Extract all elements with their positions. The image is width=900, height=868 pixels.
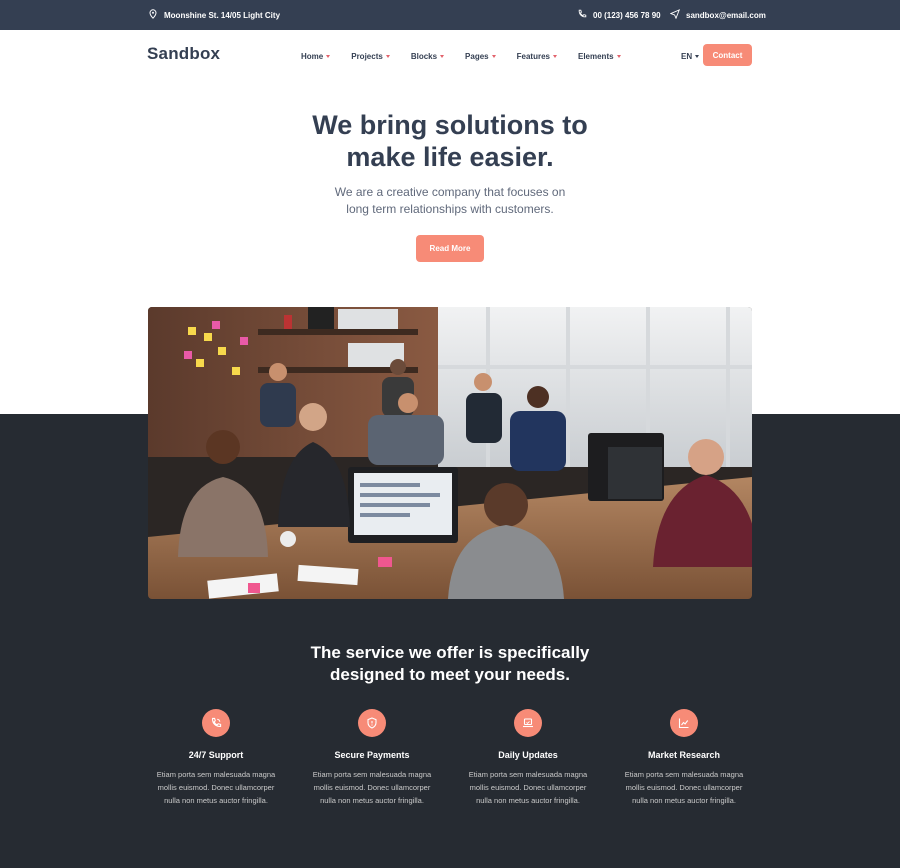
shield-icon <box>358 709 386 737</box>
hero-title-line: make life easier. <box>346 142 554 172</box>
service-description-line: Etiam porta sem malesuada magna <box>156 770 276 779</box>
service-description: Etiam porta sem malesuada magna mollis e… <box>458 768 598 807</box>
caret-down-icon <box>491 55 496 58</box>
service-description-line: mollis euismod. Donec ullamcorper <box>469 783 587 792</box>
chart-line-icon <box>670 709 698 737</box>
map-pin-icon <box>148 9 158 21</box>
service-card-support: 24/7 Support Etiam porta sem malesuada m… <box>146 709 286 807</box>
service-name: Market Research <box>647 750 721 760</box>
nav-label: Blocks <box>410 51 438 61</box>
service-card-research: Market Research Etiam porta sem malesuad… <box>614 709 754 807</box>
caret-down-icon <box>552 55 557 58</box>
service-description-line: Etiam porta sem malesuada magna <box>468 770 588 779</box>
service-description-line: nulla non metus auctor fringilla. <box>476 796 580 805</box>
nav-item-projects[interactable]: Projects <box>351 52 390 61</box>
service-name: 24/7 Support <box>188 750 244 760</box>
phone-icon <box>577 9 587 21</box>
caret-down-icon <box>385 55 390 58</box>
service-description-line: nulla non metus auctor fringilla. <box>320 796 424 805</box>
service-description-line: nulla non metus auctor fringilla. <box>632 796 736 805</box>
hero-title-line: We bring solutions to <box>312 110 588 140</box>
service-name: Secure Payments <box>334 750 410 760</box>
nav-item-blocks[interactable]: Blocks <box>410 51 445 61</box>
caret-down-icon <box>326 55 331 58</box>
hero-title: We bring solutions to make life easier. <box>250 109 650 173</box>
nav-item-home[interactable]: Home <box>301 51 331 61</box>
nav-label: Elements <box>577 51 614 61</box>
service-name: Daily Updates <box>498 750 558 760</box>
nav-label: Home <box>301 51 324 61</box>
email-text: sandbox@email.com <box>686 10 766 20</box>
service-description: Etiam porta sem malesuada magna mollis e… <box>302 768 442 807</box>
nav-item-pages[interactable]: Pages <box>465 52 496 61</box>
nav-label: Pages <box>465 51 489 61</box>
phone-icon <box>202 709 230 737</box>
service-card-payments: Secure Payments Etiam porta sem malesuad… <box>302 709 442 807</box>
services-title: The service we offer is specifically des… <box>280 642 620 686</box>
caret-down-icon <box>695 54 700 58</box>
service-description: Etiam porta sem malesuada magna mollis e… <box>146 768 286 807</box>
service-card-updates: Daily Updates Etiam porta sem malesuada … <box>458 709 598 807</box>
laptop-icon <box>514 709 542 737</box>
language-selector[interactable]: EN <box>681 30 700 82</box>
phone-item[interactable]: 00 (123) 456 78 90 <box>577 0 661 30</box>
caret-down-icon <box>616 55 621 58</box>
contact-button[interactable]: Contact <box>703 44 752 66</box>
hero-subtitle-line: long term relationships with customers. <box>346 202 554 216</box>
address-item: Moonshine St. 14/05 Light City <box>148 0 280 30</box>
main-menu: Home Projects Blocks Pages Features Elem… <box>301 30 642 82</box>
read-more-button[interactable]: Read More <box>416 235 484 262</box>
language-label: EN <box>681 51 693 61</box>
service-description-line: Etiam porta sem malesuada magna <box>624 770 744 779</box>
nav-label: Features <box>516 51 550 61</box>
navbar: Sandbox Home Projects Blocks Pages Featu… <box>0 30 900 82</box>
logo[interactable]: Sandbox <box>147 44 220 64</box>
nav-label: Projects <box>351 51 383 61</box>
hero-subtitle: We are a creative company that focuses o… <box>300 184 600 218</box>
phone-text: 00 (123) 456 78 90 <box>593 10 661 20</box>
hero-subtitle-line: We are a creative company that focuses o… <box>334 185 566 199</box>
service-description-line: mollis euismod. Donec ullamcorper <box>625 783 743 792</box>
service-description-line: mollis euismod. Donec ullamcorper <box>157 783 275 792</box>
service-description-line: mollis euismod. Donec ullamcorper <box>313 783 431 792</box>
service-description: Etiam porta sem malesuada magna mollis e… <box>614 768 754 807</box>
email-item[interactable]: sandbox@email.com <box>669 0 766 30</box>
services-title-line: The service we offer is specifically <box>310 643 590 662</box>
caret-down-icon <box>440 55 445 58</box>
service-description-line: nulla non metus auctor fringilla. <box>164 796 268 805</box>
nav-item-features[interactable]: Features <box>517 52 557 61</box>
office-photo <box>148 307 752 599</box>
services-title-line: designed to meet your needs. <box>330 665 570 684</box>
service-description-line: Etiam porta sem malesuada magna <box>312 770 432 779</box>
nav-item-elements[interactable]: Elements <box>578 52 621 61</box>
address-text: Moonshine St. 14/05 Light City <box>164 10 281 20</box>
send-icon <box>669 9 681 21</box>
top-bar: Moonshine St. 14/05 Light City 00 (123) … <box>0 0 900 30</box>
